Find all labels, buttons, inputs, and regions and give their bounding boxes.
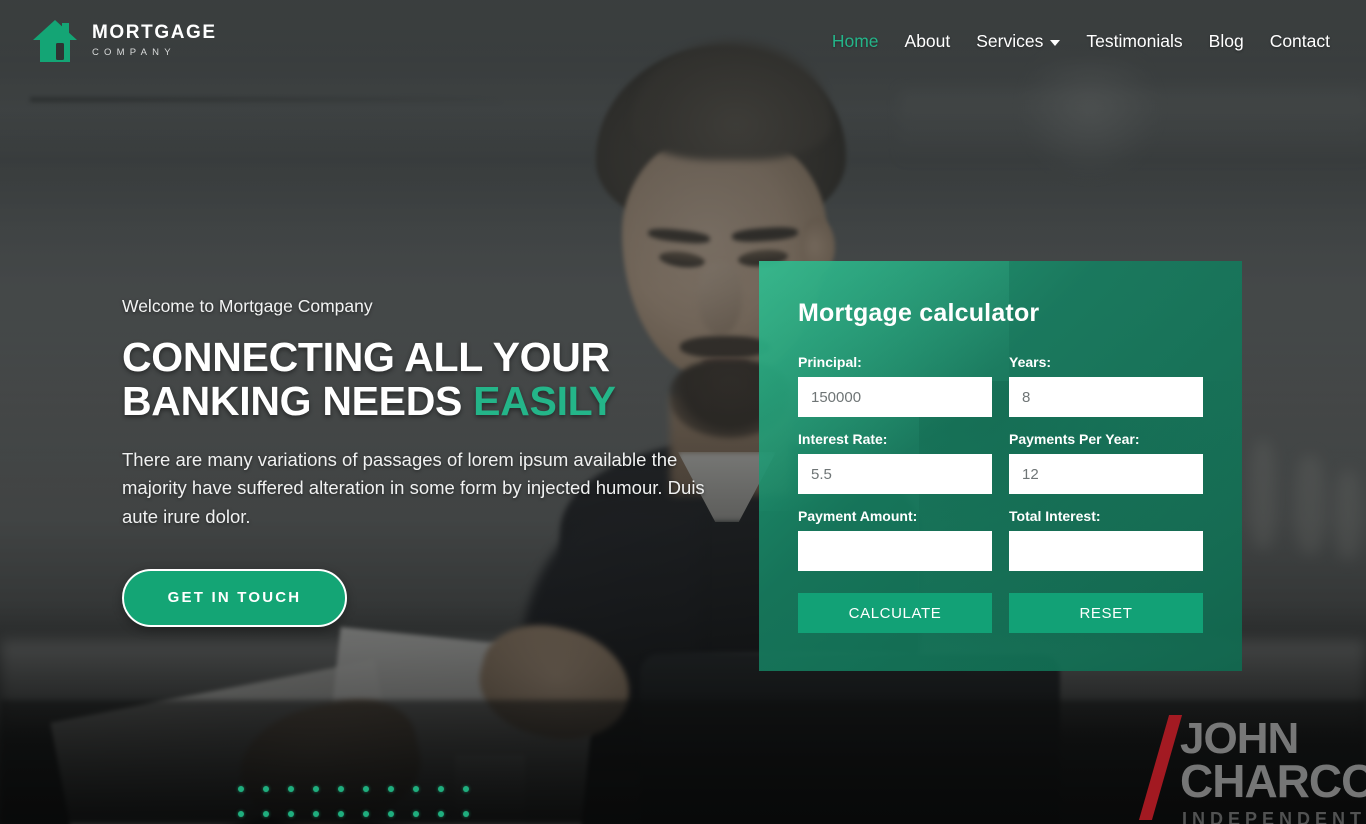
field-principal: Principal:	[798, 354, 992, 417]
nav-item-contact[interactable]: Contact	[1270, 31, 1330, 52]
site-logo[interactable]: MORTGAGE COMPANY	[32, 17, 217, 65]
field-label: Principal:	[798, 354, 862, 370]
house-icon	[32, 17, 78, 65]
calculate-button[interactable]: CALCULATE	[798, 593, 992, 633]
nav-label: Blog	[1208, 30, 1244, 51]
page-root: JOHN CHARCOL INDEPENDENT	[0, 0, 1366, 824]
principal-input[interactable]	[798, 377, 992, 417]
payments-per-year-input[interactable]	[1009, 454, 1203, 494]
decorative-dot-grid	[238, 786, 469, 824]
logo-subtitle: COMPANY	[92, 46, 176, 58]
field-total-interest: Total Interest:	[1009, 508, 1203, 571]
main-navigation: Home About Services Testimonials Blog Co…	[832, 31, 1330, 52]
field-label: Payments Per Year:	[1009, 431, 1140, 447]
chevron-down-icon	[1050, 39, 1061, 46]
mortgage-calculator-panel: Mortgage calculator Principal: Years: In…	[759, 261, 1249, 681]
nav-label: Testimonials	[1086, 30, 1183, 51]
nav-item-testimonials[interactable]: Testimonials	[1086, 31, 1182, 52]
nav-label: About	[904, 30, 951, 51]
field-label: Years:	[1009, 354, 1052, 370]
nav-item-home[interactable]: Home	[832, 31, 879, 52]
nav-label: Home	[831, 30, 879, 51]
nav-label: Services	[976, 30, 1044, 51]
calculator-title: Mortgage calculator	[798, 299, 1040, 327]
get-in-touch-button[interactable]: GET IN TOUCH	[122, 568, 347, 627]
field-label: Interest Rate:	[798, 431, 888, 447]
calculator-fields: Principal: Years: Interest Rate: Payment…	[798, 354, 1203, 571]
site-header: MORTGAGE COMPANY Home About Services Tes…	[0, 0, 1366, 82]
calculator-actions: CALCULATE RESET	[798, 593, 1203, 633]
field-interest-rate: Interest Rate:	[798, 431, 992, 494]
field-label: Payment Amount:	[798, 508, 918, 524]
field-years: Years:	[1009, 354, 1203, 417]
hero-description: There are many variations of passages of…	[122, 448, 705, 527]
hero-title-accent: EASILY	[473, 378, 616, 425]
dot-row	[238, 786, 469, 792]
years-input[interactable]	[1009, 377, 1203, 417]
nav-item-services[interactable]: Services	[976, 30, 1061, 52]
hero-content: Welcome to Mortgage Company CONNECTING A…	[122, 296, 762, 627]
total-interest-input[interactable]	[1009, 531, 1203, 571]
payment-amount-input[interactable]	[798, 531, 992, 571]
hero-eyebrow: Welcome to Mortgage Company	[122, 296, 373, 316]
hero-title-line-2: BANKING NEEDS	[122, 378, 474, 425]
nav-item-blog[interactable]: Blog	[1209, 31, 1244, 52]
field-payment-amount: Payment Amount:	[798, 508, 992, 571]
field-payments-per-year: Payments Per Year:	[1009, 431, 1203, 494]
interest-rate-input[interactable]	[798, 454, 992, 494]
hero-title: CONNECTING ALL YOUR BANKING NEEDS EASILY	[122, 335, 762, 424]
nav-item-about[interactable]: About	[905, 31, 951, 52]
hero-title-line-1: CONNECTING ALL YOUR	[122, 334, 610, 380]
dot-row	[238, 811, 469, 817]
reset-button[interactable]: RESET	[1009, 593, 1203, 633]
logo-title: MORTGAGE	[92, 21, 217, 43]
nav-label: Contact	[1269, 30, 1330, 51]
field-label: Total Interest:	[1009, 508, 1101, 524]
